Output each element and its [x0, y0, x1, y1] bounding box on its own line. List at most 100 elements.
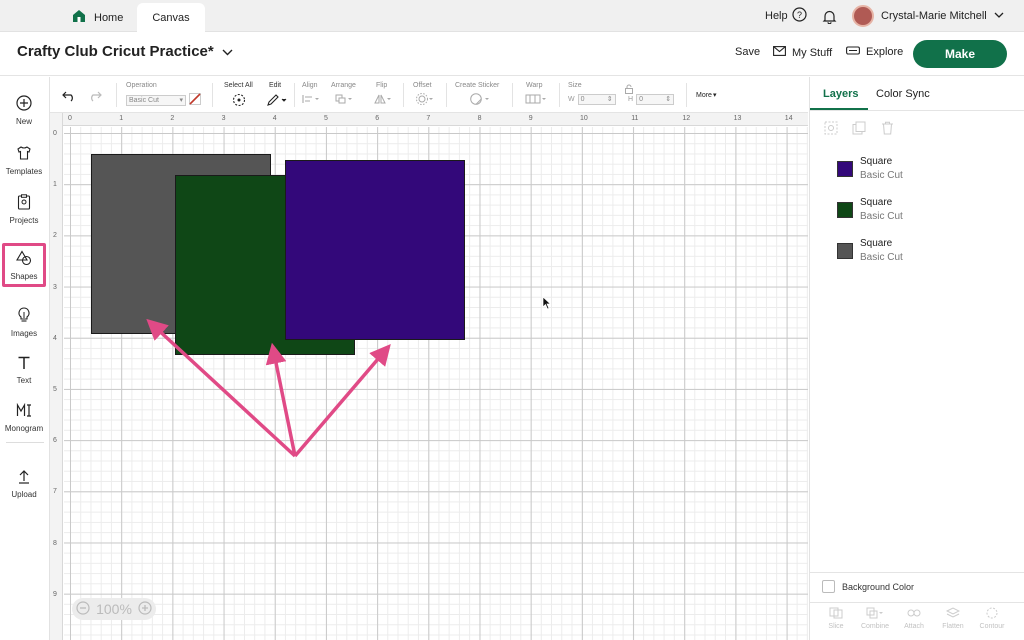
more-label: More [696, 91, 712, 99]
sidebar-label: Text [16, 375, 32, 385]
mail-icon [773, 46, 786, 59]
warp-icon[interactable] [525, 93, 547, 105]
attach-label: Attach [904, 623, 924, 630]
layer-color-swatch[interactable] [837, 243, 853, 259]
avatar [852, 5, 874, 27]
layer-operation: Basic Cut [860, 252, 903, 263]
chevron-down-icon [222, 43, 233, 60]
explore-label: Explore [866, 46, 904, 58]
layers-panel: Layers Color Sync Square Basic Cut Squar… [809, 77, 1024, 640]
trash-icon[interactable] [881, 121, 894, 140]
flip-icon[interactable] [374, 93, 392, 105]
help-button[interactable]: Help ? [765, 0, 807, 32]
home-icon [72, 9, 86, 26]
more-button[interactable]: More ▾ [696, 91, 717, 100]
tab-color-sync[interactable]: Color Sync [876, 88, 930, 100]
sidebar-label: Upload [11, 490, 37, 499]
slice-button[interactable]: Slice [817, 607, 855, 630]
my-stuff-button[interactable]: My Stuff [773, 46, 832, 59]
tab-canvas-label: Canvas [152, 11, 190, 24]
user-menu[interactable]: Crystal-Marie Mitchell [852, 0, 1004, 32]
project-title-text: Crafty Club Cricut Practice* [17, 43, 214, 60]
sticker-icon[interactable] [470, 93, 490, 105]
sidebar-item-upload[interactable]: Upload [2, 461, 46, 507]
width-field[interactable]: W 0 ⇕ [568, 93, 616, 105]
save-button[interactable]: Save [735, 46, 760, 58]
layer-item[interactable]: Square Basic Cut [837, 236, 997, 268]
project-title[interactable]: Crafty Club Cricut Practice* [17, 43, 233, 60]
offset-label: Offset [413, 82, 432, 89]
contour-button[interactable]: Contour [973, 607, 1011, 630]
tab-canvas[interactable]: Canvas [137, 3, 205, 32]
operation-value: Basic Cut [129, 96, 159, 104]
flip-label: Flip [376, 82, 388, 89]
stepper-icon[interactable]: ⇕ [607, 95, 613, 103]
sidebar-item-projects[interactable]: Projects [2, 186, 46, 232]
operation-select[interactable]: Basic Cut ▾ [126, 93, 201, 107]
offset-icon[interactable] [416, 93, 434, 105]
caret-down-icon: ▾ [712, 92, 717, 99]
tab-layers[interactable]: Layers [823, 88, 858, 100]
save-label: Save [735, 46, 761, 58]
toolbar-divider [116, 83, 117, 107]
attach-button[interactable]: Attach [895, 607, 933, 630]
contour-label: Contour [979, 623, 1005, 630]
explore-button[interactable]: Explore [846, 46, 903, 58]
text-icon [17, 356, 31, 372]
chevron-down-icon [994, 10, 1004, 22]
align-icon[interactable] [302, 93, 320, 105]
zoom-level: 100% [96, 601, 132, 617]
layer-item[interactable]: Square Basic Cut [837, 195, 997, 227]
redo-icon[interactable] [88, 89, 102, 107]
align-label: Align [302, 82, 318, 89]
toolbar-divider [403, 83, 404, 107]
background-color-toggle[interactable]: Background Color [822, 580, 914, 593]
layer-color-swatch[interactable] [837, 202, 853, 218]
monogram-icon [16, 402, 32, 420]
make-button[interactable]: Make [913, 40, 1007, 68]
plus-circle-icon [16, 94, 32, 113]
layer-color-swatch[interactable] [837, 161, 853, 177]
sidebar-item-text[interactable]: Text [2, 347, 46, 393]
tab-home[interactable]: Home [72, 3, 123, 32]
sidebar-item-monogram[interactable]: Monogram [2, 395, 46, 441]
sidebar-item-templates[interactable]: Templates [2, 137, 46, 183]
size-label: Size [568, 82, 582, 89]
zoom-in-button[interactable] [138, 600, 152, 618]
chevron-down-icon: ▾ [179, 97, 183, 104]
sidebar-item-shapes[interactable]: Shapes [2, 243, 46, 287]
height-field[interactable]: H 0 ⇕ [628, 93, 675, 105]
checkbox[interactable] [822, 580, 835, 593]
undo-icon[interactable] [62, 89, 76, 107]
toolbar-divider [512, 83, 513, 107]
panel-divider [810, 572, 1024, 573]
color-swatch-icon[interactable] [189, 93, 201, 107]
zoom-control: 100% [72, 598, 156, 620]
layer-name: Square [860, 197, 893, 208]
combine-button[interactable]: Combine [856, 607, 894, 630]
flatten-icon [945, 607, 961, 621]
design-canvas[interactable]: 0 1 2 3 4 5 6 7 8 9 10 11 12 13 14 0123456789 [50, 113, 808, 640]
toolbar-divider [446, 83, 447, 107]
group-icon[interactable] [824, 121, 838, 140]
height-label: H [628, 95, 634, 103]
pencil-icon[interactable] [266, 93, 288, 111]
sidebar-item-new[interactable]: New [2, 87, 46, 133]
duplicate-icon[interactable] [852, 121, 866, 140]
sidebar-item-images[interactable]: Images [2, 299, 46, 345]
tab-color-sync-label: Color Sync [876, 88, 930, 100]
select-all-icon[interactable] [232, 93, 246, 112]
arrange-icon[interactable] [335, 93, 353, 105]
stepper-icon[interactable]: ⇕ [665, 95, 671, 103]
create-sticker-label: Create Sticker [455, 82, 500, 89]
svg-text:?: ? [797, 10, 802, 20]
arrange-label: Arrange [331, 82, 356, 89]
flatten-button[interactable]: Flatten [934, 607, 972, 630]
edit-label: Edit [269, 82, 282, 89]
mouse-cursor-icon [542, 296, 552, 315]
layer-item[interactable]: Square Basic Cut [837, 154, 997, 186]
flatten-label: Flatten [942, 623, 964, 630]
bell-icon[interactable] [822, 0, 837, 32]
layer-operation: Basic Cut [860, 211, 903, 222]
zoom-out-button[interactable] [76, 600, 90, 618]
